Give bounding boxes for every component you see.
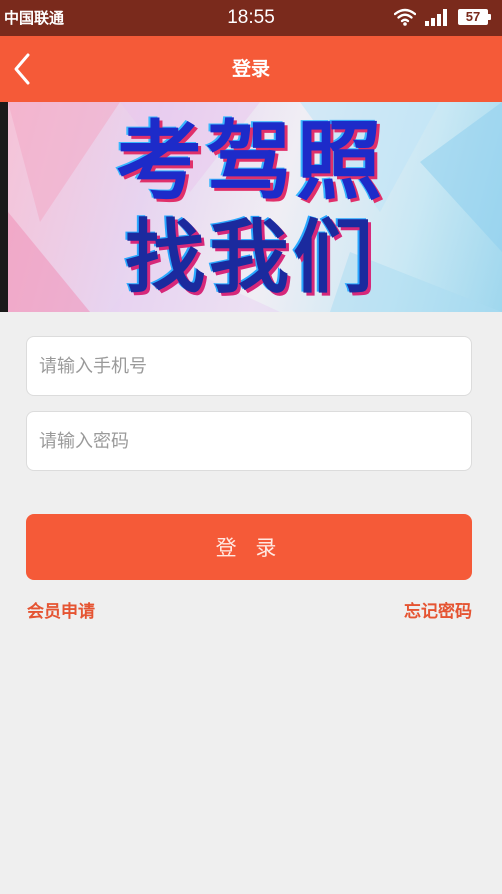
login-button[interactable]: 登 录 xyxy=(26,514,472,580)
forgot-password-link[interactable]: 忘记密码 xyxy=(404,600,472,624)
password-input[interactable] xyxy=(26,411,472,471)
signal-icon xyxy=(425,9,447,26)
battery-icon: 57 xyxy=(458,9,491,25)
banner-headline: 考驾照 xyxy=(116,112,386,212)
promo-banner: 考驾照 找我们 xyxy=(0,102,502,312)
status-bar: 中国联通 18:55 57 xyxy=(0,0,502,36)
status-icons: 57 xyxy=(394,6,491,28)
phone-input[interactable] xyxy=(26,336,472,396)
page-title: 登录 xyxy=(231,58,270,80)
battery-level: 57 xyxy=(465,9,481,24)
register-link[interactable]: 会员申请 xyxy=(27,600,95,624)
app-bar: 登录 xyxy=(0,36,502,102)
wifi-icon xyxy=(394,8,416,26)
banner-subheadline: 找我们 xyxy=(125,211,377,304)
